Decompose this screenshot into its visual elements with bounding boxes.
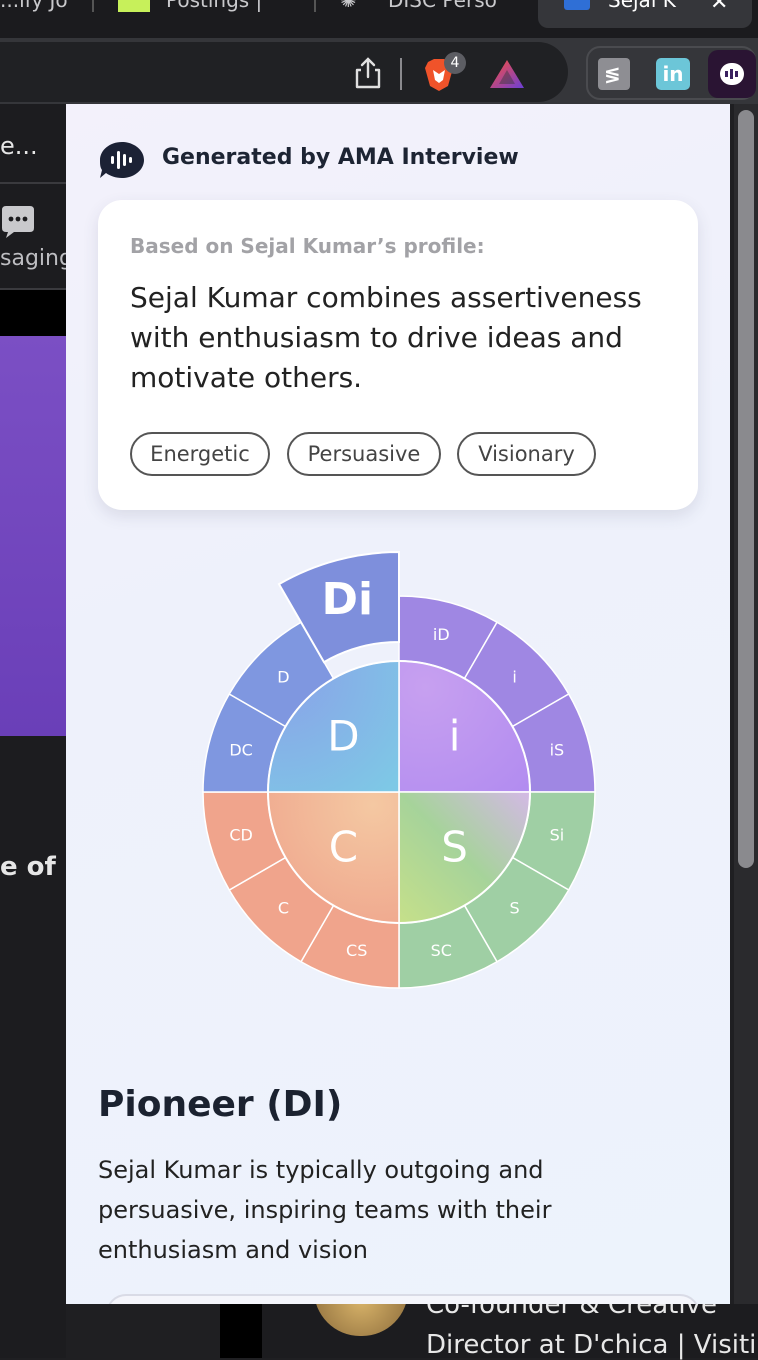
- disc-segment-label: CS: [346, 941, 367, 960]
- personality-type-description: Sejal Kumar is typically outgoing and pe…: [98, 1156, 552, 1264]
- disc-quadrant-label: i: [449, 711, 461, 760]
- brave-rewards-icon[interactable]: [488, 58, 526, 90]
- tab-disc[interactable]: ✺ DISC Perso: [340, 0, 520, 30]
- tab-strip: ...ify Jo Postings | ✺ DISC Perso Sejal …: [0, 0, 758, 38]
- disc-quadrant-label: C: [329, 823, 358, 872]
- panel-scrollbar-thumb[interactable]: [738, 110, 754, 868]
- brand-title: Generated by AMA Interview: [162, 145, 519, 170]
- disc-wheel-chart: iDiiSSiSSCCSCCDDCDDiiSCD: [202, 550, 596, 989]
- disc-segment-label: C: [278, 899, 289, 918]
- ama-interview-extension-button[interactable]: [708, 50, 756, 98]
- background-heading: e of: [0, 852, 56, 882]
- tab-jobs[interactable]: ...ify Jo: [0, 0, 80, 30]
- profile-summary-card: Based on Sejal Kumar’s profile: Sejal Ku…: [98, 200, 698, 510]
- messaging-label: saging: [0, 246, 66, 271]
- next-section-card: [106, 1294, 700, 1304]
- tab-label: Sejal K: [608, 0, 676, 12]
- disc-segment-label: iS: [550, 741, 565, 760]
- disc-highlight-label: Di: [321, 574, 373, 625]
- address-bar[interactable]: [0, 42, 568, 102]
- ama-extension-icon: [720, 63, 744, 85]
- toolbar-divider: [400, 58, 402, 90]
- postings-favicon: [118, 0, 150, 12]
- tab-linkedin-active[interactable]: Sejal K ✕: [538, 0, 752, 28]
- disc-segment-label: iD: [433, 625, 450, 644]
- disc-quadrant-label: S: [441, 823, 468, 872]
- tab-separator: [314, 0, 316, 12]
- background-text: e...: [0, 132, 38, 160]
- brave-badge-count: 4: [444, 52, 466, 74]
- tab-label: DISC Perso: [388, 0, 497, 12]
- personality-type-title: Pioneer (DI): [98, 1084, 343, 1125]
- ama-logo-icon: [100, 142, 144, 178]
- disc-segment-label: CD: [229, 825, 253, 844]
- tab-label: Postings |: [166, 0, 263, 12]
- disc-segment-label: S: [510, 899, 520, 918]
- background-linkedin-page: e... saging e of: [0, 104, 66, 1358]
- linkedin-helper-extension-icon[interactable]: in: [656, 58, 690, 90]
- disc-segment-label: i: [512, 667, 516, 686]
- close-tab-icon[interactable]: ✕: [710, 0, 728, 15]
- background-profile-headline-2: Director at D'chica | Visitir: [426, 1330, 758, 1360]
- tab-label: ...ify Jo: [0, 0, 68, 12]
- openai-favicon-icon: ✺: [340, 0, 357, 12]
- disc-quadrant-label: D: [327, 711, 359, 760]
- profile-banner: [0, 336, 66, 736]
- disc-segment-label: SC: [431, 941, 452, 960]
- share-icon[interactable]: [354, 56, 382, 90]
- trait-chip: Energetic: [130, 432, 270, 476]
- trait-chip: Visionary: [457, 432, 596, 476]
- disc-segment-label: D: [277, 667, 289, 686]
- trait-chip: Persuasive: [287, 432, 441, 476]
- tab-separator: [92, 0, 94, 12]
- disc-segment-label: Si: [550, 825, 565, 844]
- disc-segment-label: DC: [229, 741, 253, 760]
- messaging-icon[interactable]: [0, 204, 36, 240]
- summary-text: Sejal Kumar combines assertiveness with …: [130, 281, 642, 394]
- linkedin-favicon-icon: [564, 0, 590, 10]
- divider: [0, 182, 66, 184]
- stack-extension-icon[interactable]: ≶: [598, 58, 630, 90]
- summary-label: Based on Sejal Kumar’s profile:: [130, 234, 485, 258]
- tab-postings[interactable]: Postings |: [118, 0, 308, 30]
- ama-interview-panel: Generated by AMA Interview Based on Seja…: [66, 104, 730, 1304]
